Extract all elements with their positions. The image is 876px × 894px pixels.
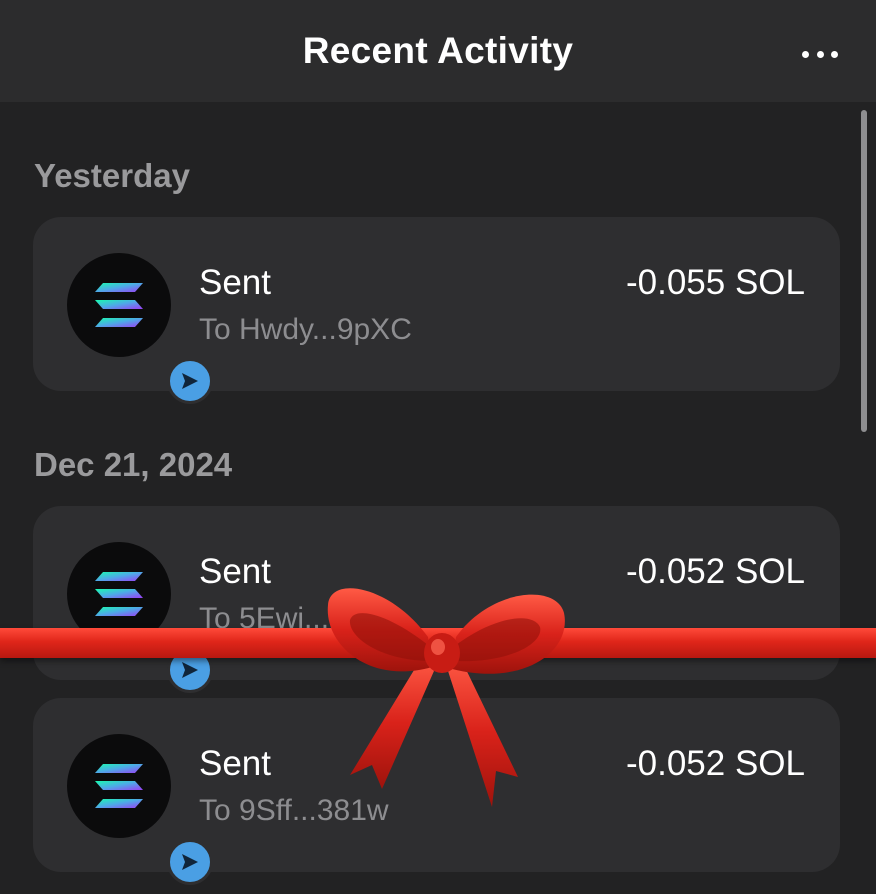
token-avatar: [67, 734, 213, 885]
more-horizontal-icon: [802, 50, 809, 58]
transaction-recipient: To Hwdy...9pXC: [199, 313, 412, 346]
section-header-yesterday: Yesterday: [34, 157, 190, 194]
page-title: Recent Activity: [302, 30, 574, 71]
transaction-amount: -0.052 SOL: [626, 744, 805, 783]
more-options-button[interactable]: [802, 48, 838, 60]
transaction-type: Sent: [199, 552, 271, 591]
transaction-amount: -0.052 SOL: [626, 552, 805, 591]
section-header-date: Dec 21, 2024: [34, 446, 233, 483]
transaction-type: Sent: [199, 744, 271, 783]
transaction-card[interactable]: Sent To Hwdy...9pXC -0.055 SOL: [33, 217, 840, 404]
send-arrow-icon: [182, 373, 198, 389]
send-arrow-icon: [182, 662, 198, 678]
scrollbar[interactable]: [861, 110, 867, 432]
transaction-amount: -0.055 SOL: [626, 263, 805, 302]
transaction-type: Sent: [199, 263, 271, 302]
send-arrow-icon: [182, 854, 198, 870]
sent-badge: [167, 839, 213, 885]
token-avatar: [67, 253, 213, 404]
gift-bow-icon: [327, 588, 565, 807]
top-bar: Recent Activity: [0, 0, 876, 102]
solana-logo-icon: [95, 572, 143, 616]
sent-badge: [167, 358, 213, 404]
solana-logo-icon: [95, 283, 143, 327]
solana-logo-icon: [95, 764, 143, 808]
